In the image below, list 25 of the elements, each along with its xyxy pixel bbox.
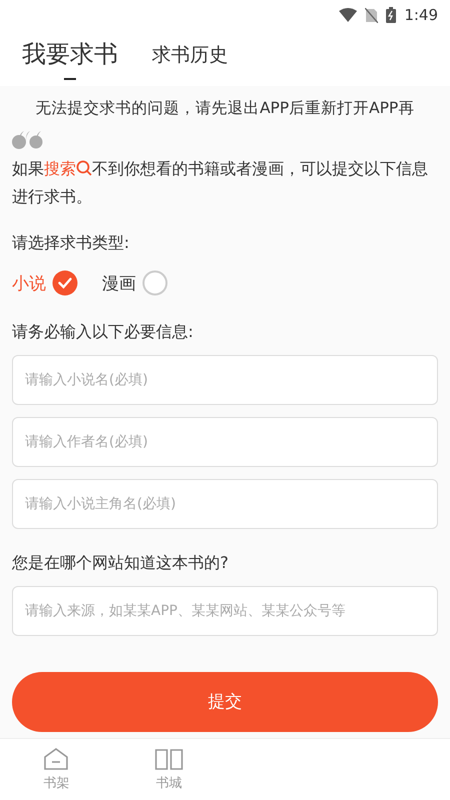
type-option[interactable]: 漫画 — [102, 270, 168, 296]
type-option[interactable]: 小说 — [12, 270, 78, 296]
input-field[interactable]: 请输入小说主角名(必填) — [12, 479, 438, 529]
intro-text: 如果搜索 不到你想看的书籍或者漫画，可以提交以下信息进行求书。 — [12, 158, 429, 208]
section-label: 请选择求书类型: — [12, 233, 130, 254]
section-label: 请务必输入以下必要信息: — [12, 322, 194, 343]
search-icon — [76, 160, 92, 176]
input-field[interactable]: 请输入小说名(必填) — [12, 355, 438, 405]
nav-item[interactable]: 书城 — [112, 739, 225, 800]
notice-marquee: 无法提交求书的问题，请先退出APP后重新打开APP再 — [34, 98, 416, 119]
clock-time: 1:49 — [404, 6, 438, 24]
tab[interactable]: 我要求书 — [22, 38, 118, 80]
book-icon — [154, 747, 184, 771]
input-field[interactable]: 请输入作者名(必填) — [12, 417, 438, 467]
wifi-icon — [339, 8, 358, 22]
submit-button[interactable]: 提交 — [12, 672, 438, 732]
tab[interactable]: 求书历史 — [152, 42, 228, 68]
no-sim-icon — [365, 8, 378, 22]
input-field[interactable]: 请输入来源，如某某APP、某某网站、某某公众号等 — [12, 586, 438, 636]
quote-icon — [12, 131, 44, 149]
home-icon — [43, 747, 70, 771]
search-link[interactable]: 搜索 — [44, 159, 92, 178]
nav-item[interactable]: 书架 — [0, 739, 112, 800]
section-label: 您是在哪个网站知道这本书的? — [12, 553, 230, 574]
battery-icon — [386, 7, 396, 23]
